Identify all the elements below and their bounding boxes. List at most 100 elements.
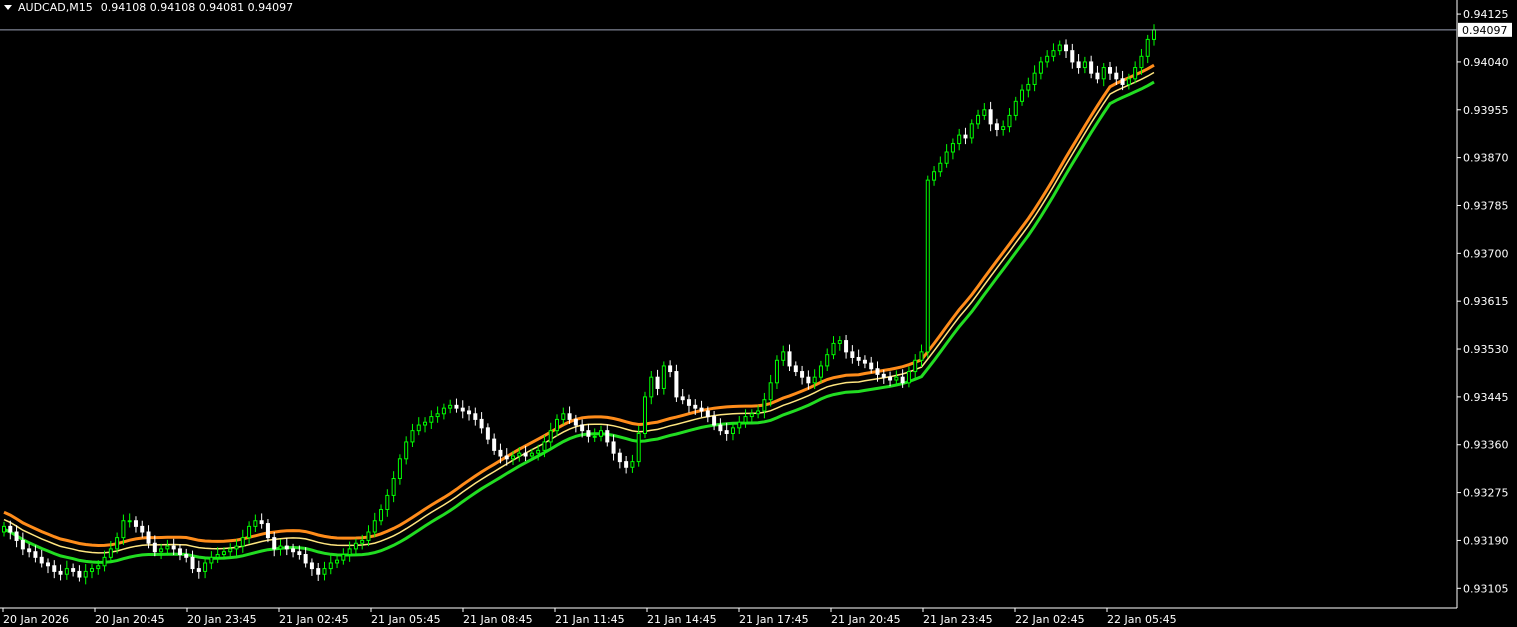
candle-body: [630, 461, 635, 468]
candle-body: [278, 545, 283, 550]
candle-body: [862, 359, 867, 364]
candle-body: [1095, 72, 1100, 80]
candle-body: [787, 351, 792, 367]
x-tick-label: 20 Jan 2026: [3, 613, 69, 626]
candle-body: [586, 430, 591, 437]
candle-body: [950, 143, 955, 153]
y-tick-label: 0.93615: [1463, 295, 1509, 308]
candle-body: [875, 368, 880, 375]
candle-body: [730, 427, 735, 434]
candle-body: [611, 441, 616, 454]
candle-body: [1001, 126, 1006, 130]
candle-body: [624, 461, 629, 468]
candle-body: [642, 396, 647, 434]
candle-body: [661, 365, 666, 389]
candle-body: [768, 382, 773, 401]
candle-body: [1057, 44, 1062, 52]
candle-body: [504, 455, 509, 460]
lower-band-line: [3, 80, 1155, 564]
candle-body: [1101, 67, 1106, 80]
candle-body: [963, 134, 968, 139]
candle-body: [253, 520, 258, 527]
candle-body: [900, 376, 905, 384]
candle-body: [221, 551, 226, 556]
x-tick-label: 20 Jan 23:45: [187, 613, 257, 626]
price-chart[interactable]: 0.94125 0.94040 0.93955 0.93870 0.93785 0.937…: [0, 0, 1517, 627]
candle-body: [850, 351, 855, 358]
candle-body: [1007, 114, 1012, 128]
candle-body: [724, 430, 729, 434]
candle-body: [749, 413, 754, 418]
candle-body: [89, 568, 94, 572]
x-tick-label: 21 Jan 11:45: [555, 613, 625, 626]
candles: [2, 24, 1156, 585]
candle-body: [1076, 61, 1081, 69]
candle-body: [712, 416, 717, 426]
candle-body: [297, 551, 302, 556]
candle-body: [171, 545, 176, 550]
candle-body: [441, 407, 446, 415]
candle-body: [20, 539, 25, 550]
candle-body: [108, 548, 113, 558]
candle-body: [1120, 78, 1125, 85]
candle-body: [1114, 72, 1119, 80]
candle-body: [756, 410, 761, 415]
candle-body: [52, 565, 57, 572]
candle-body: [844, 340, 849, 353]
candle-body: [793, 365, 798, 373]
candle-body: [1089, 61, 1094, 74]
candle-body: [165, 545, 170, 550]
candle-body: [460, 407, 465, 412]
y-tick-label: 0.93190: [1463, 534, 1509, 547]
candle-body: [592, 435, 597, 438]
candle-body: [774, 359, 779, 384]
candle-body: [240, 537, 245, 547]
candle-body: [693, 404, 698, 409]
candle-body: [598, 430, 603, 437]
candle-body: [96, 565, 101, 570]
candle-body: [825, 354, 830, 367]
candle-body: [341, 554, 346, 561]
candle-body: [203, 562, 208, 572]
candle-body: [77, 570, 82, 578]
candle-body: [360, 539, 365, 544]
candle-body: [133, 520, 138, 527]
candle-body: [473, 413, 478, 420]
candle-body: [196, 568, 201, 572]
candle-body: [467, 410, 472, 415]
y-tick-label: 0.93955: [1463, 104, 1509, 117]
candle-body: [511, 455, 516, 460]
candle-body: [737, 421, 742, 429]
candle-body: [1139, 55, 1144, 69]
envelope-bands: [3, 63, 1155, 564]
candle-body: [1064, 44, 1069, 52]
candle-body: [1020, 89, 1025, 102]
candle-body: [228, 548, 233, 553]
candle-body: [818, 365, 823, 378]
candle-body: [800, 371, 805, 378]
candle-body: [316, 568, 321, 575]
candle-body: [699, 407, 704, 412]
candle-body: [812, 376, 817, 384]
candle-body: [523, 452, 528, 457]
y-tick-label: 0.93785: [1463, 199, 1509, 212]
candle-body: [184, 554, 189, 558]
candle-body: [259, 520, 264, 525]
candle-body: [655, 376, 660, 389]
candle-body: [762, 399, 767, 412]
candle-body: [309, 562, 314, 570]
candle-body: [83, 570, 88, 578]
candle-body: [649, 376, 654, 398]
candle-body: [347, 548, 352, 556]
candle-body: [498, 449, 503, 457]
x-tick-label: 21 Jan 23:45: [923, 613, 993, 626]
candle-body: [385, 494, 390, 510]
candle-body: [379, 508, 384, 522]
candle-body: [932, 171, 937, 181]
candle-body: [121, 520, 126, 539]
candle-body: [831, 342, 836, 356]
candle-body: [888, 376, 893, 381]
x-tick-label: 22 Jan 05:45: [1107, 613, 1177, 626]
candle-body: [102, 556, 107, 567]
y-tick-label: 0.93700: [1463, 247, 1509, 260]
